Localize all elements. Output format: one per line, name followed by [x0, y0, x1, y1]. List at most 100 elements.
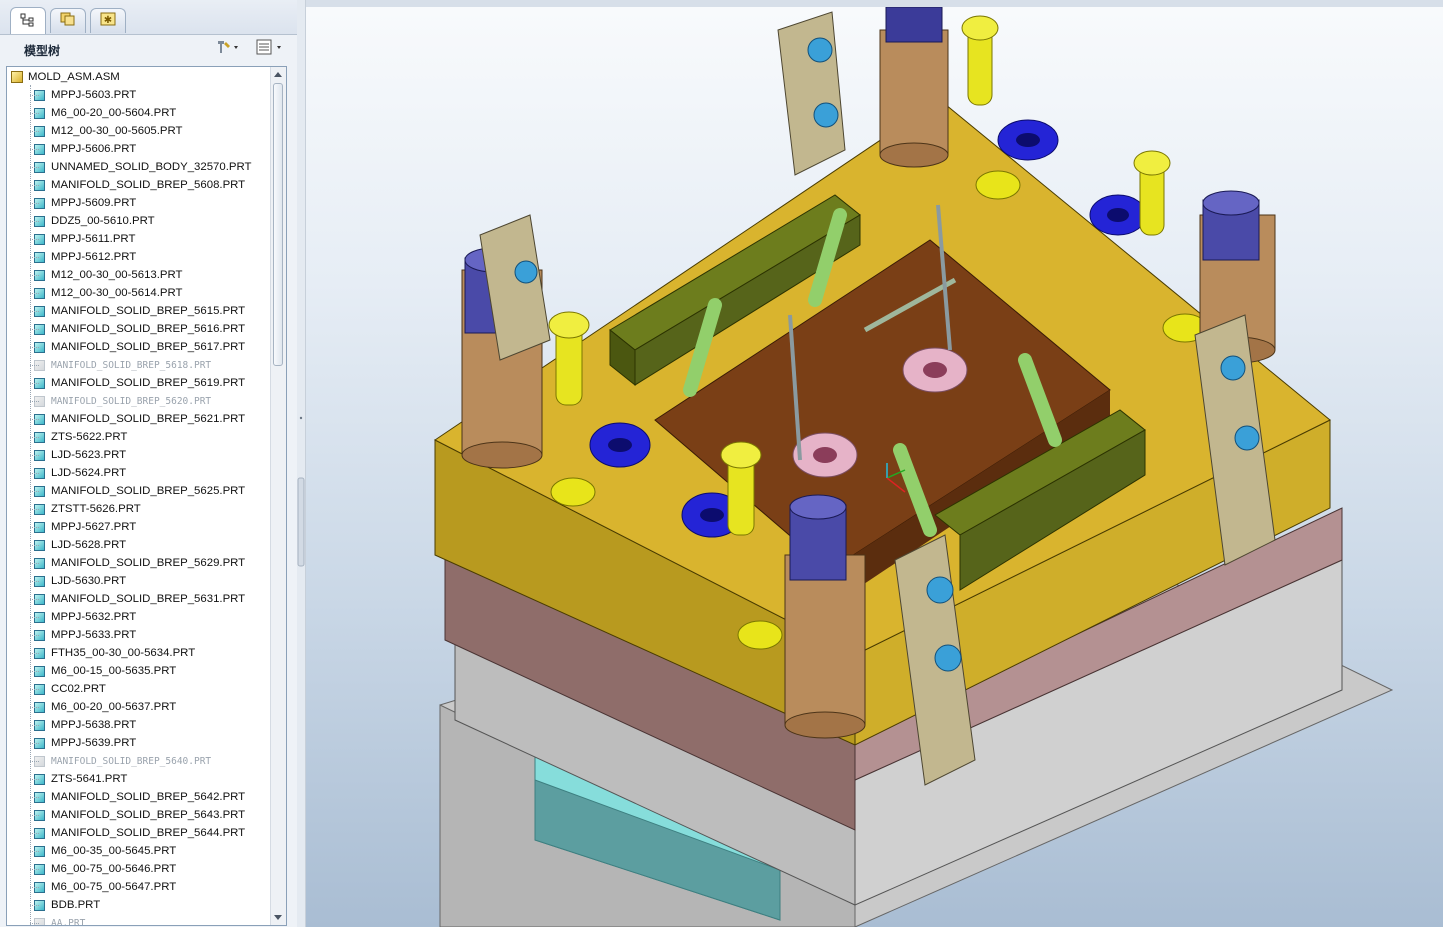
tree-item[interactable]: MANIFOLD_SOLID_BREP_5644.PRT [34, 824, 269, 842]
tree-item[interactable]: MANIFOLD_SOLID_BREP_5618.PRT [34, 356, 269, 374]
tree-item[interactable]: LJD-5628.PRT [34, 536, 269, 554]
tree-item[interactable]: M6_00-20_00-5637.PRT [34, 698, 269, 716]
tree-connector [30, 401, 39, 402]
favorites-tab[interactable]: ✱ [90, 8, 126, 33]
tree-item-label: MANIFOLD_SOLID_BREP_5640.PRT [51, 755, 212, 767]
tree-connector [30, 203, 39, 204]
tree-item[interactable]: MPPJ-5633.PRT [34, 626, 269, 644]
favorites-icon: ✱ [99, 11, 117, 31]
tree-item[interactable]: M6_00-75_00-5647.PRT [34, 878, 269, 896]
tree-item-label: AA.PRT [51, 917, 86, 926]
tree-root[interactable]: MOLD_ASM.ASM [11, 68, 269, 86]
tree-connector [30, 905, 39, 906]
tree-item-label: MPPJ-5639.PRT [51, 737, 137, 749]
tree-item[interactable]: MPPJ-5609.PRT [34, 194, 269, 212]
tree-item-label: ZTS-5641.PRT [51, 773, 128, 785]
tree-item-label: MANIFOLD_SOLID_BREP_5625.PRT [51, 485, 246, 497]
tree-item-label: UNNAMED_SOLID_BODY_32570.PRT [51, 161, 252, 173]
tree-item[interactable]: MPPJ-5627.PRT [34, 518, 269, 536]
tree-connector [30, 329, 39, 330]
tree-item[interactable]: ZTS-5641.PRT [34, 770, 269, 788]
tree-item[interactable]: MPPJ-5632.PRT [34, 608, 269, 626]
tree-item[interactable]: AA.PRT [34, 914, 269, 925]
tree-item-label: MANIFOLD_SOLID_BREP_5642.PRT [51, 791, 246, 803]
tree-connector [30, 851, 39, 852]
tree-item[interactable]: ZTS-5622.PRT [34, 428, 269, 446]
tree-item[interactable]: MPPJ-5638.PRT [34, 716, 269, 734]
tree-item[interactable]: FTH35_00-30_00-5634.PRT [34, 644, 269, 662]
tree-item-label: M6_00-35_00-5645.PRT [51, 845, 177, 857]
tree-item[interactable]: M6_00-35_00-5645.PRT [34, 842, 269, 860]
tree-item-label: M6_00-15_00-5635.PRT [51, 665, 177, 677]
tree-item[interactable]: LJD-5624.PRT [34, 464, 269, 482]
tree-item[interactable]: M6_00-15_00-5635.PRT [34, 662, 269, 680]
tree-connector [30, 527, 39, 528]
tree-connector [30, 671, 39, 672]
tree-item[interactable]: MPPJ-5606.PRT [34, 140, 269, 158]
graphics-window[interactable] [306, 7, 1443, 927]
tree-item[interactable]: MANIFOLD_SOLID_BREP_5642.PRT [34, 788, 269, 806]
tree-item[interactable]: CC02.PRT [34, 680, 269, 698]
tree-item[interactable]: DDZ5_00-5610.PRT [34, 212, 269, 230]
tree-item[interactable]: M12_00-30_00-5605.PRT [34, 122, 269, 140]
tree-item-label: MPPJ-5638.PRT [51, 719, 137, 731]
tree-connector [30, 85, 31, 925]
tree-item[interactable]: ZTSTT-5626.PRT [34, 500, 269, 518]
tree-item[interactable]: MANIFOLD_SOLID_BREP_5643.PRT [34, 806, 269, 824]
tree-item[interactable]: MANIFOLD_SOLID_BREP_5621.PRT [34, 410, 269, 428]
tree-item[interactable]: MANIFOLD_SOLID_BREP_5629.PRT [34, 554, 269, 572]
tree-item[interactable]: MPPJ-5603.PRT [34, 86, 269, 104]
tree-connector [30, 689, 39, 690]
tree-connector [30, 311, 39, 312]
tree-connector [30, 509, 39, 510]
tree-connector [30, 473, 39, 474]
tree-item[interactable]: BDB.PRT [34, 896, 269, 914]
tree-item-label: M6_00-75_00-5647.PRT [51, 881, 177, 893]
scroll-down-icon[interactable] [274, 915, 282, 920]
tree-item-label: MANIFOLD_SOLID_BREP_5621.PRT [51, 413, 246, 425]
scrollbar-thumb[interactable] [273, 83, 283, 366]
tree-item[interactable]: LJD-5630.PRT [34, 572, 269, 590]
tree-connector [30, 617, 39, 618]
tree-scrollbar[interactable] [270, 67, 286, 925]
tree-item[interactable]: MANIFOLD_SOLID_BREP_5631.PRT [34, 590, 269, 608]
tree-item-label: MANIFOLD_SOLID_BREP_5643.PRT [51, 809, 246, 821]
tree-item[interactable]: MPPJ-5639.PRT [34, 734, 269, 752]
tree-item[interactable]: MANIFOLD_SOLID_BREP_5616.PRT [34, 320, 269, 338]
tree-item[interactable]: MANIFOLD_SOLID_BREP_5619.PRT [34, 374, 269, 392]
panel-splitter[interactable] [297, 0, 306, 927]
scroll-up-icon[interactable] [274, 72, 282, 77]
mold-assembly-3d-model[interactable] [306, 7, 1443, 927]
tree-item[interactable]: M6_00-75_00-5646.PRT [34, 860, 269, 878]
tree-item[interactable]: MANIFOLD_SOLID_BREP_5608.PRT [34, 176, 269, 194]
tree-item-label: LJD-5630.PRT [51, 575, 127, 587]
tree-item[interactable]: M12_00-30_00-5614.PRT [34, 284, 269, 302]
tree-connector [30, 437, 39, 438]
tree-settings-button[interactable] [214, 40, 240, 58]
tree-item[interactable]: LJD-5623.PRT [34, 446, 269, 464]
tree-columns-button[interactable] [255, 39, 285, 58]
tree-connector [30, 221, 39, 222]
tree-item[interactable]: MANIFOLD_SOLID_BREP_5620.PRT [34, 392, 269, 410]
tree-connector [30, 725, 39, 726]
folder-browser-tab[interactable] [50, 8, 86, 33]
tree-item[interactable]: MPPJ-5612.PRT [34, 248, 269, 266]
model-tree-panel: ✱ 模型树 MOLD_ASM.ASM MPPJ-5603.PRT M6_00-20… [0, 0, 298, 927]
tree-item-label: MANIFOLD_SOLID_BREP_5644.PRT [51, 827, 246, 839]
tree-item[interactable]: MANIFOLD_SOLID_BREP_5617.PRT [34, 338, 269, 356]
tree-item-label: MANIFOLD_SOLID_BREP_5619.PRT [51, 377, 246, 389]
tree-connector [30, 707, 39, 708]
tree-item[interactable]: M12_00-30_00-5613.PRT [34, 266, 269, 284]
tree-item[interactable]: UNNAMED_SOLID_BODY_32570.PRT [34, 158, 269, 176]
tree-connector [30, 653, 39, 654]
tree-item[interactable]: M6_00-20_00-5604.PRT [34, 104, 269, 122]
tree-item[interactable]: MANIFOLD_SOLID_BREP_5615.PRT [34, 302, 269, 320]
tree-item[interactable]: MANIFOLD_SOLID_BREP_5625.PRT [34, 482, 269, 500]
tree-item[interactable]: MANIFOLD_SOLID_BREP_5640.PRT [34, 752, 269, 770]
tree-item[interactable]: MPPJ-5611.PRT [34, 230, 269, 248]
tree-item-label: DDZ5_00-5610.PRT [51, 215, 155, 227]
tree-connector [30, 869, 39, 870]
tree-item-label: LJD-5628.PRT [51, 539, 127, 551]
model-tree-tab[interactable] [10, 7, 46, 34]
svg-text:✱: ✱ [104, 15, 112, 26]
